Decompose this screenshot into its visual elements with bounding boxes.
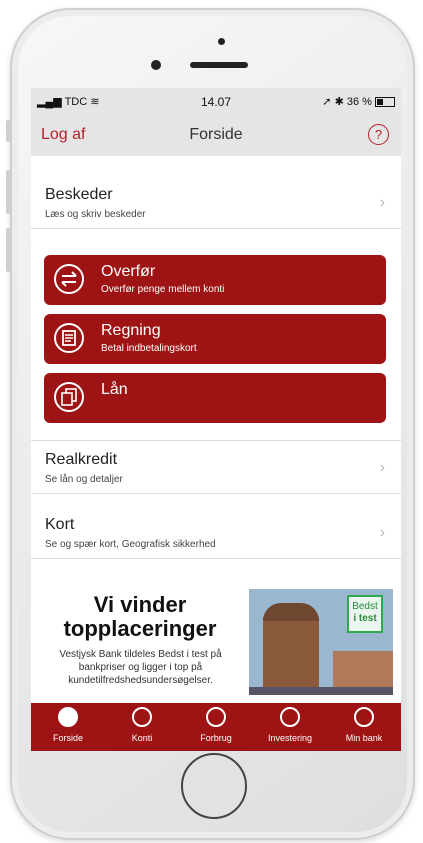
promo-text: Vestjysk Bank tildeles Bedst i test på b…	[59, 649, 222, 686]
promo-image: Bedst i test	[249, 589, 393, 695]
tab-bar: Forside Konti Forbrug Investering Min ba…	[31, 703, 401, 751]
battery-percent: 36 %	[346, 96, 372, 108]
spending-icon	[206, 707, 226, 727]
laan-label: Lån	[101, 381, 128, 398]
location-icon: ➚	[322, 96, 332, 108]
promo-title-line2: topplaceringer	[63, 616, 217, 641]
chevron-right-icon: ›	[379, 459, 385, 476]
front-camera	[218, 38, 225, 45]
row-beskeder-title: Beskeder	[45, 186, 113, 203]
tab-min-bank[interactable]: Min bank	[327, 707, 401, 743]
status-right: ➚ ✱ 36 %	[322, 95, 395, 108]
bill-icon	[54, 323, 84, 353]
tab-forside[interactable]: Forside	[31, 707, 105, 743]
tab-min-bank-label: Min bank	[345, 733, 383, 743]
row-kort-subtitle: Se og spær kort, Geografisk sikkerhed	[45, 539, 216, 550]
tab-forbrug-label: Forbrug	[200, 733, 232, 743]
page-title: Forside	[189, 126, 243, 143]
row-beskeder-subtitle: Læs og skriv beskeder	[45, 209, 146, 220]
badge-line2: i test	[353, 613, 377, 624]
tab-konti[interactable]: Konti	[105, 707, 179, 743]
loan-icon	[54, 382, 84, 412]
volume-up-button	[6, 170, 11, 214]
accounts-icon	[132, 707, 152, 727]
overfor-label: Overfør	[101, 263, 156, 280]
promo-banner[interactable]: Vi vinder topplaceringer Vestjysk Bank t…	[31, 585, 401, 703]
regning-sublabel: Betal indbetalingskort	[101, 343, 197, 354]
app-screen: ▂▄▆ TDC ≋ 14.07 ➚ ✱ 36 % Log af Forside …	[31, 88, 401, 751]
badge-line1: Bedst	[352, 601, 378, 612]
chevron-right-icon: ›	[379, 524, 385, 541]
tab-investering[interactable]: Investering	[253, 707, 327, 743]
tab-forside-label: Forside	[52, 733, 83, 743]
overfor-sublabel: Overfør penge mellem konti	[101, 284, 225, 295]
investment-icon	[280, 707, 300, 727]
earpiece-speaker	[190, 62, 248, 68]
tab-konti-label: Konti	[131, 733, 153, 743]
row-kort-title: Kort	[45, 516, 75, 533]
help-icon[interactable]: ?	[368, 124, 389, 145]
transfer-icon	[54, 264, 84, 294]
home-icon	[58, 707, 78, 727]
bluetooth-icon: ✱	[334, 96, 344, 108]
volume-down-button	[6, 228, 11, 272]
row-kort[interactable]: Kort Se og spær kort, Geografisk sikkerh…	[31, 506, 401, 559]
chevron-right-icon: ›	[379, 194, 385, 211]
laan-button[interactable]: Lån	[44, 373, 386, 423]
ground	[249, 687, 393, 695]
mute-switch	[6, 120, 11, 142]
navigation-bar: Log af Forside ?	[31, 114, 401, 156]
home-button[interactable]	[181, 753, 247, 819]
row-realkredit-subtitle: Se lån og detaljer	[45, 474, 123, 485]
sensor-dot	[151, 60, 161, 70]
row-realkredit-title: Realkredit	[45, 451, 118, 468]
row-realkredit[interactable]: Realkredit Se lån og detaljer ›	[31, 440, 401, 494]
regning-label: Regning	[101, 322, 161, 339]
promo-headline: Vi vinder topplaceringer	[31, 593, 249, 641]
bedst-i-test-badge: Bedst i test	[347, 595, 383, 633]
overfor-button[interactable]: Overfør Overfør penge mellem konti	[44, 255, 386, 305]
regning-button[interactable]: Regning Betal indbetalingskort	[44, 314, 386, 364]
building-roof	[263, 603, 319, 621]
status-bar: ▂▄▆ TDC ≋ 14.07 ➚ ✱ 36 %	[31, 88, 401, 114]
tab-investering-label: Investering	[267, 733, 313, 743]
row-beskeder[interactable]: Beskeder Læs og skriv beskeder ›	[31, 176, 401, 229]
battery-icon	[375, 97, 395, 108]
promo-title-line1: Vi vinder	[93, 592, 187, 617]
my-bank-icon	[354, 707, 374, 727]
building-shape	[263, 617, 319, 695]
tab-forbrug[interactable]: Forbrug	[179, 707, 253, 743]
